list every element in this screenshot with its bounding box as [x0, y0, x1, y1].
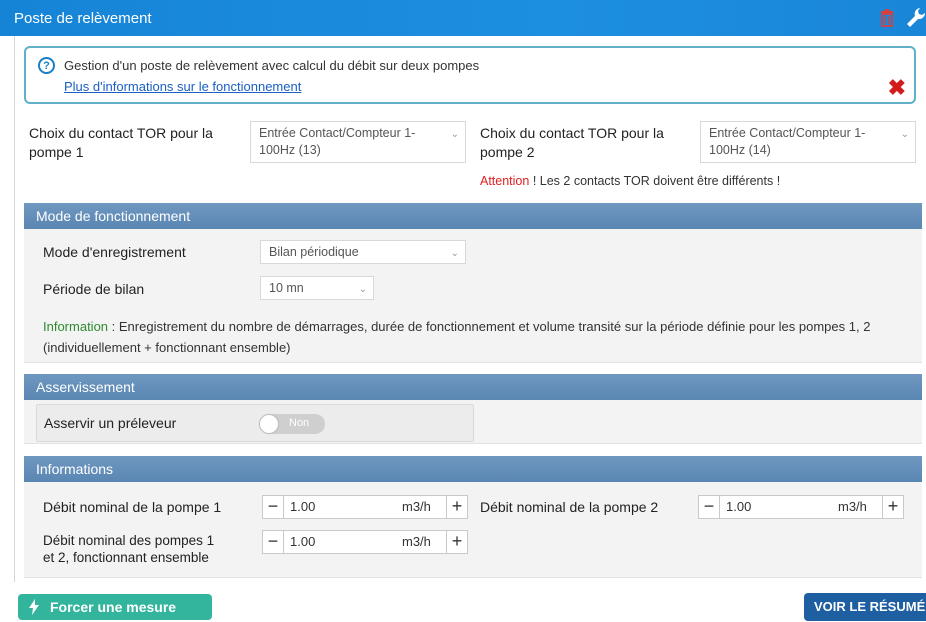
pump1-flow-label: Débit nominal de la pompe 1 — [43, 499, 222, 515]
decrement-button[interactable]: − — [262, 530, 284, 554]
more-info-link[interactable]: Plus d'informations sur le fonctionnemen… — [64, 79, 301, 94]
period-select[interactable]: 10 mn ⌄ — [260, 276, 374, 300]
record-mode-select[interactable]: Bilan périodique ⌄ — [260, 240, 466, 264]
chevron-down-icon: ⌄ — [450, 129, 459, 140]
decrement-button[interactable]: − — [698, 495, 720, 519]
flow-unit: m3/h — [402, 534, 431, 549]
mode-section-title: Mode de fonctionnement — [24, 203, 922, 229]
pump1-flow-stepper: − 1.00 m3/h + — [262, 495, 468, 519]
both-pumps-flow-stepper: − 1.00 m3/h + — [262, 530, 468, 554]
chevron-down-icon: ⌄ — [450, 248, 459, 259]
toggle-knob — [260, 415, 278, 433]
view-summary-button[interactable]: VOIR LE RÉSUMÉ — [804, 593, 926, 621]
period-label: Période de bilan — [43, 281, 145, 297]
pump2-contact-label: Choix du contact TOR pour la pompe 2 — [480, 125, 664, 160]
flow-unit: m3/h — [402, 499, 431, 514]
mode-info-note: Information : Enregistrement du nombre d… — [43, 319, 871, 355]
toggle-text: Non — [289, 417, 310, 429]
pump2-flow-stepper: − 1.00 m3/h + — [698, 495, 904, 519]
info-box: ? Gestion d'un poste de relèvement avec … — [24, 46, 916, 104]
servo-row: Asservir un préleveur Non — [36, 404, 474, 442]
question-icon: ? — [38, 57, 55, 74]
servo-toggle[interactable]: Non — [259, 414, 325, 434]
trash-icon[interactable] — [880, 9, 894, 27]
pump1-contact-label: Choix du contact TOR pour la pompe 1 — [29, 125, 213, 160]
increment-button[interactable]: + — [446, 530, 468, 554]
decrement-button[interactable]: − — [262, 495, 284, 519]
pump2-flow-label: Débit nominal de la pompe 2 — [480, 499, 659, 515]
record-mode-label: Mode d'enregistrement — [43, 244, 186, 260]
increment-button[interactable]: + — [882, 495, 904, 519]
pump2-contact-select[interactable]: Entrée Contact/Compteur 1- 100Hz (14) ⌄ — [700, 121, 916, 163]
increment-button[interactable]: + — [446, 495, 468, 519]
both-pumps-flow-label: Débit nominal des pompes 1 et 2, fonctio… — [43, 533, 215, 565]
force-measure-button[interactable]: Forcer une mesure — [18, 594, 212, 620]
close-icon[interactable]: ✖ — [888, 77, 906, 99]
servo-label: Asservir un préleveur — [44, 415, 177, 431]
informations-section-title: Informations — [24, 456, 922, 482]
contacts-warning: Attention ! Les 2 contacts TOR doivent ê… — [480, 174, 781, 188]
lightning-icon — [29, 599, 39, 615]
servo-section-title: Asservissement — [24, 374, 922, 400]
window-title: Poste de relèvement — [14, 9, 152, 27]
flow-unit: m3/h — [838, 499, 867, 514]
chevron-down-icon: ⌄ — [358, 284, 367, 295]
info-description: Gestion d'un poste de relèvement avec ca… — [64, 58, 480, 73]
pump1-contact-select[interactable]: Entrée Contact/Compteur 1- 100Hz (13) ⌄ — [250, 121, 466, 163]
wrench-icon[interactable] — [906, 7, 926, 29]
chevron-down-icon: ⌄ — [900, 129, 909, 140]
window-title-bar: Poste de relèvement — [0, 0, 926, 36]
